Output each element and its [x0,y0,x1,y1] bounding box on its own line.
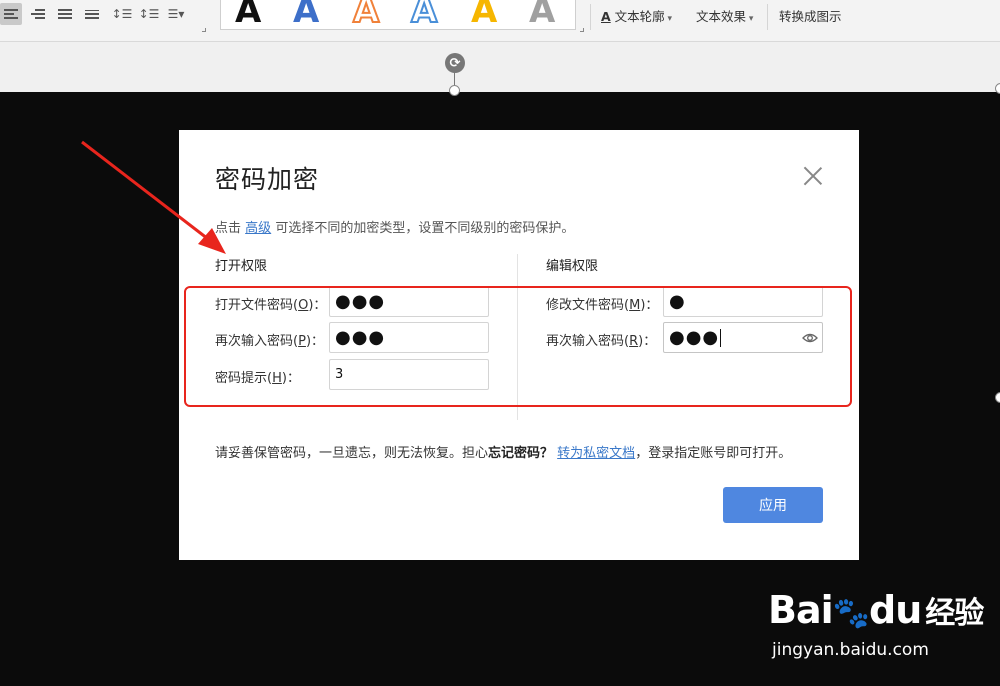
annotation-arrow-icon [81,140,226,254]
paw-icon: 🐾 [832,596,870,631]
watermark-url: jingyan.baidu.com [772,640,929,660]
watermark-brand: Bai🐾du 经验 [768,588,984,632]
